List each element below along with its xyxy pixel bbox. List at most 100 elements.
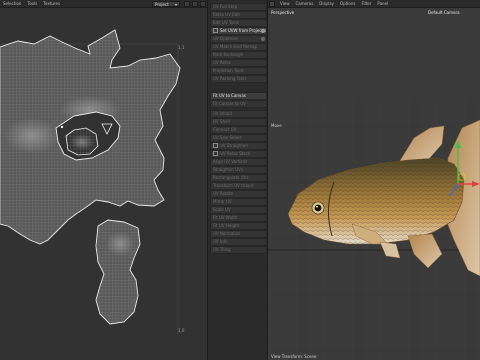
command-label: Align UV Vertices xyxy=(213,159,248,165)
command-item[interactable]: UV Packing Tools xyxy=(210,75,267,83)
viewport-menubar: View Cameras Display Options Filter Pane… xyxy=(268,0,480,8)
command-label: Fit UV Width xyxy=(213,215,238,221)
uv-toolbar-icon-c[interactable] xyxy=(200,1,206,7)
uv-canvas[interactable]: 1,1 1,0 xyxy=(0,8,207,360)
command-item[interactable]: UV Island xyxy=(210,110,267,118)
command-item[interactable]: Edit UV Tools xyxy=(210,19,267,27)
uv-shading-blob xyxy=(70,134,94,150)
command-group-tools: UV Island UV Shell Connect UV UV Sew Sel… xyxy=(210,110,267,254)
command-label: Edit UV Tools xyxy=(213,20,239,26)
command-label: UV Sew Select xyxy=(213,135,242,141)
command-label: Transform UV Island xyxy=(213,183,254,189)
command-item[interactable]: Straighten UVs xyxy=(210,166,267,174)
viewport-canvas[interactable]: Perspective Default Camera Move View Tra… xyxy=(268,8,480,360)
command-label: UV Match Grid Remap xyxy=(213,44,258,50)
command-item[interactable]: UV Full Step xyxy=(210,3,267,11)
uv-map-dropdown[interactable]: Project ▾ xyxy=(152,1,180,7)
menu-textures[interactable]: Textures xyxy=(40,1,63,6)
command-label: UV Normalize xyxy=(213,231,241,237)
command-label: Fit UV to Canvas xyxy=(213,93,246,99)
viewport-camera-label[interactable]: Default Camera xyxy=(428,10,460,15)
command-item[interactable]: Transform UV Island xyxy=(210,182,267,190)
uv-corner-label-bottom: 1,0 xyxy=(178,328,185,333)
uv-command-panel: UV Full Step Relax UV Edit Edit UV Tools… xyxy=(207,0,268,360)
command-item[interactable]: Fit UV Height xyxy=(210,222,267,230)
command-item-set-uvw-from-projection[interactable]: Set UVW from Projection xyxy=(210,27,267,35)
viewport-panel: View Cameras Display Options Filter Pane… xyxy=(268,0,480,360)
command-label: Connect UV xyxy=(213,127,237,133)
gear-icon[interactable] xyxy=(261,29,265,33)
command-item-fit-uv-to-canvas[interactable]: Fit UV to Canvas xyxy=(210,92,267,100)
uv-corner-label-top: 1,1 xyxy=(178,45,185,50)
command-label: Projection Tools xyxy=(213,68,244,74)
menu-filter[interactable]: Filter xyxy=(358,1,374,6)
menu-view[interactable]: View xyxy=(277,1,293,6)
command-group-projection: UV Full Step Relax UV Edit Edit UV Tools… xyxy=(210,3,267,83)
command-label: Fit UV Height xyxy=(213,223,240,229)
command-label: Set UVW from Projection xyxy=(220,28,266,34)
command-label: Relax UV Edit xyxy=(213,12,240,18)
command-item[interactable]: Pack Rectangle xyxy=(210,51,267,59)
fish-eye-highlight xyxy=(316,205,318,208)
menu-selection[interactable]: Selection xyxy=(0,1,24,6)
viewport-side-label: Move xyxy=(271,123,282,128)
menu-options[interactable]: Options xyxy=(337,1,358,6)
command-label: UV Full Step xyxy=(213,4,238,10)
uv-layout-svg xyxy=(0,29,181,334)
uv-map-dropdown-value: Project xyxy=(155,1,169,7)
command-item[interactable]: UV Rotate xyxy=(210,190,267,198)
command-label: Rectangulate UVs xyxy=(213,175,249,181)
command-label: UV Island xyxy=(213,111,232,117)
command-item[interactable]: Mirror UV xyxy=(210,198,267,206)
menu-icon[interactable] xyxy=(269,1,275,7)
uv-shading-blob xyxy=(4,118,60,154)
command-label: Pack Rectangle xyxy=(213,52,244,58)
command-item[interactable]: UV Sew Select xyxy=(210,134,267,142)
command-item[interactable]: UV Normalize xyxy=(210,230,267,238)
chevron-down-icon: ▾ xyxy=(174,1,177,7)
gear-icon[interactable] xyxy=(261,37,265,41)
command-item[interactable]: Relax UV Edit xyxy=(210,11,267,19)
menu-cameras[interactable]: Cameras xyxy=(293,1,317,6)
command-item[interactable]: UV Straighten xyxy=(210,142,267,150)
viewport-scene-svg xyxy=(268,8,480,360)
menu-panel[interactable]: Panel xyxy=(374,1,391,6)
command-group-canvas: Fit UV to Canvas Fit Canvas to UV xyxy=(210,92,267,108)
command-item[interactable]: Rectangulate UVs xyxy=(210,174,267,182)
command-item[interactable]: Projection Tools xyxy=(210,67,267,75)
command-label: UV Straighten xyxy=(220,143,248,149)
command-label: Straighten UVs xyxy=(213,167,243,173)
viewport-projection-label: Perspective xyxy=(271,10,295,15)
command-item[interactable]: UV Tiling xyxy=(210,246,267,254)
command-label: Scale UV xyxy=(213,207,231,213)
uv-toolbar-icon-b[interactable] xyxy=(192,1,198,7)
command-label: Mirror UV xyxy=(213,199,232,205)
command-label: UV Relax xyxy=(213,60,231,66)
uv-shading-blob xyxy=(106,232,134,256)
command-label: UV Tiling xyxy=(213,247,231,253)
viewport-footer-label: View Transform: Scene xyxy=(271,354,317,359)
command-item[interactable]: UV Relax Stack xyxy=(210,150,267,158)
menu-tools[interactable]: Tools xyxy=(24,1,40,6)
command-item[interactable]: UV Info xyxy=(210,238,267,246)
uv-vertex-marker xyxy=(60,125,64,129)
command-item[interactable]: Fit UV Width xyxy=(210,214,267,222)
command-label: Fit Canvas to UV xyxy=(213,101,246,107)
command-item[interactable]: UV Match Grid Remap xyxy=(210,43,267,51)
uv-editor-panel: Selection Tools Textures Project ▾ 1,1 1… xyxy=(0,0,207,360)
command-label: UV Rotate xyxy=(213,191,234,197)
command-item[interactable]: UV Shell xyxy=(210,118,267,126)
fish-pupil xyxy=(314,204,322,212)
command-label: UV Packing Tools xyxy=(213,76,247,82)
command-item[interactable]: Scale UV xyxy=(210,206,267,214)
uv-toolbar-icon-a[interactable] xyxy=(184,1,190,7)
command-item[interactable]: Fit Canvas to UV xyxy=(210,100,267,108)
command-label: UV Relax Stack xyxy=(220,151,251,157)
command-item[interactable]: UV Relax xyxy=(210,59,267,67)
menu-display[interactable]: Display xyxy=(316,1,337,6)
command-item[interactable]: Align UV Vertices xyxy=(210,158,267,166)
command-item[interactable]: UV Optimize xyxy=(210,35,267,43)
command-label: UV Shell xyxy=(213,119,230,125)
command-label: UV Info xyxy=(213,239,228,245)
command-item[interactable]: Connect UV xyxy=(210,126,267,134)
